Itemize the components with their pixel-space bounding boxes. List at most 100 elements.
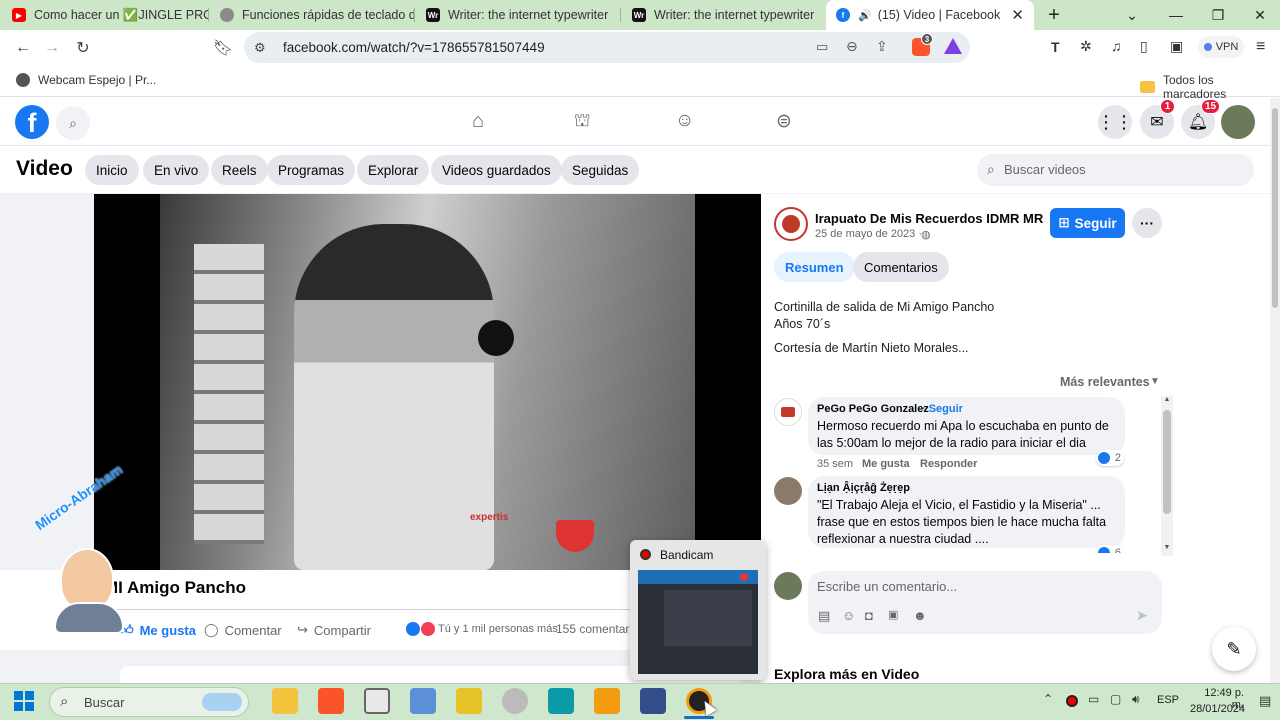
minimize-icon[interactable]: —	[1156, 0, 1196, 30]
comments-count[interactable]: 155 comentario	[556, 622, 639, 636]
taskbar-search[interactable]: ⌕ Buscar	[49, 687, 249, 717]
tray-date[interactable]: 28/01/2024	[1190, 703, 1245, 715]
tab-1[interactable]: ▶ Como hacer un ✅JINGLE PRO	[0, 0, 208, 30]
video-search-input[interactable]: ⌕ Buscar videos	[977, 154, 1254, 186]
nav-reels[interactable]: Reels	[211, 155, 268, 185]
menu-icon[interactable]: ≡	[1256, 38, 1265, 56]
tab-search-chevron-icon[interactable]: ⌄	[1112, 0, 1152, 30]
bookmark-webcam[interactable]: Webcam Espejo | Pr...	[16, 73, 156, 87]
wallet-icon[interactable]: ▣	[1170, 38, 1183, 55]
bookmark-icon[interactable]: 🔖︎	[212, 38, 234, 58]
nav-programas[interactable]: Programas	[267, 155, 356, 185]
facebook-logo-icon[interactable]: f	[15, 105, 49, 139]
app-icon-4[interactable]	[502, 688, 528, 714]
share-icon[interactable]: ⇪	[876, 38, 888, 55]
nav-explorar[interactable]: Explorar	[357, 155, 430, 185]
new-message-compose-icon[interactable]: ✎	[1212, 627, 1256, 671]
tray-chevron-up-icon[interactable]: ⌃	[1043, 692, 1053, 706]
app-icon-1[interactable]	[364, 688, 390, 714]
nav-videos-guardados[interactable]: Videos guardados	[431, 155, 562, 185]
comments-scrollbar[interactable]: ▲ ▼	[1161, 396, 1173, 556]
all-bookmarks[interactable]: Todos los marcadores	[1140, 73, 1280, 101]
tray-record-icon[interactable]	[1066, 695, 1078, 707]
groups-icon[interactable]: ☺	[675, 110, 694, 132]
search-icon[interactable]: ⌕	[56, 106, 90, 140]
forward-arrow-icon[interactable]: →	[41, 38, 63, 58]
close-window-icon[interactable]: ✕	[1240, 0, 1280, 30]
tray-language[interactable]: ESP	[1157, 694, 1179, 706]
comment-like-link[interactable]: Me gusta	[862, 458, 910, 470]
audio-icon[interactable]: 🔊	[858, 9, 872, 22]
camera-icon[interactable]: ◘	[865, 608, 873, 623]
music-icon[interactable]: ♫	[1111, 38, 1122, 54]
cast-icon[interactable]: ▭	[816, 39, 828, 55]
sidebar-icon[interactable]: ▯	[1140, 38, 1148, 55]
new-tab-icon[interactable]: +	[1034, 0, 1074, 30]
tray-display-icon[interactable]: ▢	[1110, 692, 1121, 706]
sort-dropdown[interactable]: Más relevantes	[1060, 375, 1150, 389]
comment-time[interactable]: 35 sem	[817, 458, 853, 470]
send-icon[interactable]: ➤	[1136, 607, 1148, 624]
tab-4[interactable]: Wr Writer: the internet typewriter	[620, 0, 826, 30]
zoom-icon[interactable]: ⊖	[846, 38, 858, 55]
chevron-down-icon[interactable]: ▼	[1150, 376, 1160, 387]
brave-shields-icon[interactable]: 3	[912, 33, 933, 56]
my-avatar[interactable]	[774, 572, 802, 600]
avatar-sticker-icon[interactable]: ☻	[913, 608, 927, 623]
vpn-button[interactable]: VPN	[1198, 36, 1244, 58]
comment-avatar[interactable]	[774, 477, 802, 505]
nav-en-vivo[interactable]: En vivo	[143, 155, 210, 185]
close-tab-icon[interactable]: ✕	[1011, 6, 1024, 24]
reactions-count[interactable]: Tú y 1 mil personas más	[438, 623, 558, 635]
comment-author[interactable]: Lịạn Ậịçṛåĝ Żẹṛẹp	[817, 482, 910, 494]
file-explorer-icon[interactable]	[272, 688, 298, 714]
scroll-down-icon[interactable]: ▼	[1161, 544, 1173, 551]
more-options-icon[interactable]: ···	[1132, 208, 1162, 238]
profile-avatar[interactable]	[1221, 105, 1255, 139]
notification-center-icon[interactable]: ▤	[1259, 693, 1271, 709]
scrollbar-thumb[interactable]	[1163, 410, 1171, 514]
brave-browser-icon[interactable]	[318, 688, 344, 714]
post-description-line3[interactable]: Cortesía de Martín Nieto Morales...	[774, 341, 969, 355]
scroll-up-icon[interactable]: ▲	[1161, 396, 1173, 403]
site-settings-icon[interactable]: ⚙	[254, 40, 266, 56]
page-avatar[interactable]	[774, 207, 808, 241]
follow-button[interactable]: ⊞ Seguir	[1050, 208, 1125, 238]
comment-button[interactable]: ◯ Comentar	[204, 622, 282, 638]
comment-author[interactable]: PeGo PeGo Gonzalez	[817, 403, 929, 415]
tray-battery-icon[interactable]: ▭	[1088, 692, 1099, 706]
tab-2[interactable]: Funciones rápidas de teclado del	[208, 0, 414, 30]
gaming-icon[interactable]: ⊜	[776, 110, 792, 133]
tab-summary[interactable]: Resumen	[774, 252, 855, 282]
like-button[interactable]: 👍︎ Me gusta	[120, 622, 196, 638]
text-icon[interactable]: T	[1051, 39, 1060, 55]
media-player-icon[interactable]	[594, 688, 620, 714]
gif-icon[interactable]: ▣	[888, 608, 898, 621]
app-icon-2[interactable]	[410, 688, 436, 714]
windows-start-icon[interactable]	[14, 691, 34, 711]
home-icon[interactable]: ⌂	[472, 110, 484, 133]
nav-seguidas[interactable]: Seguidas	[561, 155, 640, 185]
reload-icon[interactable]: ↻	[72, 38, 94, 58]
page-scrollbar[interactable]	[1270, 98, 1280, 683]
tab-3[interactable]: Wr Writer: the internet typewriter	[414, 0, 620, 30]
url-text[interactable]: facebook.com/watch/?v=178655781507449	[283, 40, 545, 55]
comment-reactions[interactable]: 2	[1096, 450, 1124, 466]
bandicam-preview[interactable]: Bandicam	[630, 540, 766, 680]
menu-grid-icon[interactable]: ⋮⋮	[1097, 105, 1133, 139]
nav-inicio[interactable]: Inicio	[85, 155, 139, 185]
tab-facebook-active[interactable]: f 🔊 (15) Video | Facebook ✕	[826, 0, 1034, 30]
emoji-icon[interactable]: ☺	[842, 608, 855, 623]
brave-rewards-icon[interactable]	[944, 38, 962, 54]
sticker-icon[interactable]: ▤	[818, 608, 830, 624]
comment-input[interactable]: Escribe un comentario... ▤ ☺ ◘ ▣ ☻ ➤	[808, 571, 1162, 634]
comment-reply-link[interactable]: Responder	[920, 458, 977, 470]
marketplace-icon[interactable]: ⛫	[574, 110, 591, 134]
tab-comments[interactable]: Comentarios	[853, 252, 949, 282]
video-player[interactable]: expertis	[94, 194, 761, 570]
tray-volume-icon[interactable]: 🔊︎	[1132, 692, 1140, 707]
extensions-icon[interactable]: ✲	[1080, 38, 1092, 55]
share-button[interactable]: ↪ Compartir	[297, 622, 371, 638]
app-icon-5[interactable]	[548, 688, 574, 714]
page-scrollbar-thumb[interactable]	[1272, 108, 1278, 308]
